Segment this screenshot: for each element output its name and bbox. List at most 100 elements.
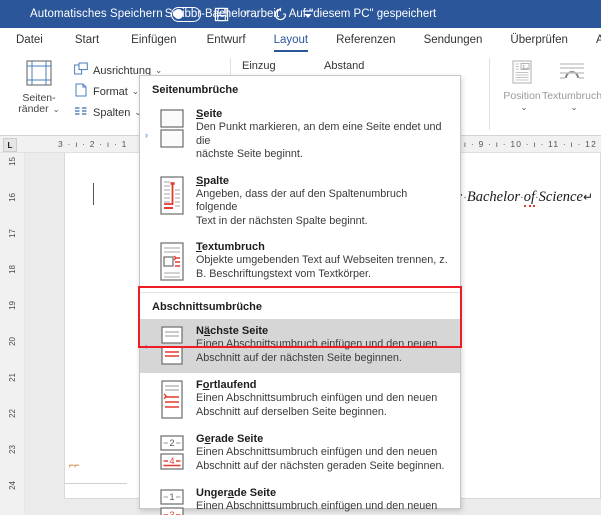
menu-item-spalte[interactable]: Spalte Angeben, dass der auf den Spalten… <box>140 169 460 236</box>
menu-item-desc-line1: Einen Abschnittsumbruch einfügen und den… <box>196 446 438 458</box>
menu-item-title-rest: extumbruch <box>201 241 265 253</box>
document-title-text: Scribbr-Bachelorarbeit - Auf "diesem PC"… <box>164 8 437 20</box>
text-wrapping-label: Textumbruch <box>541 90 601 102</box>
horizontal-ruler-right-marks: · ı · 9 · ı · 10 · ı · 11 · ı · 12 <box>456 139 597 149</box>
menu-item-desc-line2: Abschnitt auf der nächsten geraden Seite… <box>196 459 445 472</box>
menu-item-text: Seite Den Punkt markieren, an dem eine S… <box>196 108 450 162</box>
misspelled-word: of <box>523 189 535 207</box>
svg-text:2: 2 <box>169 438 174 448</box>
vertical-ruler-mark: 18 <box>8 265 17 274</box>
position-button[interactable]: Position ⌄ <box>500 60 544 113</box>
tab-referenzen[interactable]: Referenzen <box>336 28 395 54</box>
tab-datei-label: Datei <box>16 34 43 46</box>
page-margins-button[interactable]: Seiten- ränder ⌄ <box>12 60 66 115</box>
ribbon-group-anordnen: Position ⌄ Textumbruch ⌄ <box>492 54 601 136</box>
tab-layout[interactable]: Layout <box>273 28 309 54</box>
menu-item-seite[interactable]: › Seite Den Punkt markieren, an dem eine… <box>140 102 460 169</box>
size-label: Format <box>93 85 128 98</box>
margins-icon <box>24 60 54 91</box>
tab-einfuegen[interactable]: Einfügen <box>131 28 176 54</box>
tab-entwurf-label: Entwurf <box>206 34 246 46</box>
menu-item-fortlaufend[interactable]: Fortlaufend Einen Abschnittsumbruch einf… <box>140 373 460 427</box>
space-mark-icon: · <box>463 192 467 204</box>
breaks-dropdown-menu[interactable]: Seitenumbrüche › Seite Den Punkt markier… <box>139 75 461 515</box>
columns-icon <box>74 104 88 121</box>
autosave-label: Automatisches Speichern <box>30 8 163 20</box>
svg-text:3: 3 <box>169 510 174 515</box>
chevron-down-icon[interactable]: ⌄ <box>53 104 60 114</box>
menu-item-desc-line1: Den Punkt markieren, an dem eine Seite e… <box>196 121 442 147</box>
tab-entwurf[interactable]: Entwurf <box>207 28 246 54</box>
tab-start[interactable]: Start <box>75 28 99 54</box>
position-label: Position <box>503 90 541 102</box>
size-icon <box>74 83 88 100</box>
tab-layout-label: Layout <box>273 34 309 46</box>
menu-item-title-rest: palte <box>203 174 230 187</box>
indent-label: Einzug <box>242 60 276 72</box>
horizontal-ruler-left-marks: 3 · ı · 2 · ı · 1 <box>58 139 128 149</box>
text-wrapping-button[interactable]: Textumbruch ⌄ <box>541 60 601 113</box>
menu-item-title: Nächste Seite <box>196 325 269 337</box>
position-icon <box>510 60 534 89</box>
vertical-ruler-mark: 20 <box>8 337 17 346</box>
menu-item-title-pre: F <box>196 379 203 391</box>
tab-ueberpruefen[interactable]: Überprüfen <box>510 28 568 54</box>
tab-sendungen-label: Sendungen <box>423 34 483 46</box>
tab-start-label: Start <box>74 34 100 46</box>
svg-text:1: 1 <box>169 492 174 502</box>
menu-item-naechste-seite[interactable]: › Nächste Seite Einen Abschnittsumbruch … <box>140 319 460 373</box>
text-cursor <box>93 183 94 205</box>
orientation-icon <box>74 62 88 79</box>
menu-item-title-pre: Unger <box>196 487 228 499</box>
ribbon-tab-strip: Datei Start Einfügen Entwurf Layout Refe… <box>0 28 601 54</box>
chevron-down-icon[interactable]: ⌄ <box>132 86 139 97</box>
ribbon-divider-2 <box>489 58 490 130</box>
menu-item-title: Gerade Seite <box>196 433 264 445</box>
vertical-ruler-mark: 15 <box>8 157 17 166</box>
tab-einfuegen-label: Einfügen <box>131 34 177 46</box>
page-margins-label-line2: ränder ⌄ <box>18 103 60 115</box>
menu-item-gerade-seite[interactable]: 2 4 Gerade Seite Einen Abschnittsumbruch… <box>140 427 460 481</box>
title-bar: Automatisches Speichern Scribbr-Bachelor… <box>0 0 601 28</box>
menu-item-text: Gerade Seite Einen Abschnittsumbruch ein… <box>196 433 445 474</box>
menu-item-title: Fortlaufend <box>196 379 257 391</box>
tab-stop-glyph: L <box>7 140 13 150</box>
vertical-ruler[interactable]: 15 16 17 18 19 20 21 22 23 24 <box>0 153 25 515</box>
menu-item-desc-line1: Einen Abschnittsumbruch einfügen und den… <box>196 392 438 404</box>
tab-sendungen[interactable]: Sendungen <box>424 28 483 54</box>
columns-button[interactable]: Spalten ⌄ <box>74 104 141 121</box>
tab-datei[interactable]: Datei <box>16 28 43 54</box>
selection-arrow-icon: › <box>145 341 148 351</box>
menu-item-desc-line2: nächste Seite beginnt. <box>196 148 303 160</box>
menu-item-desc-line2: Text in der nächsten Spalte beginnt. <box>196 214 368 227</box>
menu-section-header-seitenumbrueche: Seitenumbrüche <box>152 84 239 96</box>
continuous-section-break-icon <box>154 379 190 420</box>
tab-ansicht[interactable]: Ansicht <box>596 28 601 54</box>
document-text-line: s:·Bachelor·of·Science↵ <box>453 189 593 207</box>
tab-stop-selector[interactable]: L <box>3 138 17 152</box>
chevron-down-icon[interactable]: ⌄ <box>520 102 527 113</box>
menu-item-desc-line2: B. Beschriftungstext vom Textkörper. <box>196 267 372 280</box>
next-page-section-break-icon <box>154 325 190 366</box>
menu-item-title-rest: chste Seite <box>210 325 269 337</box>
menu-item-title: Ungerade Seite <box>196 487 277 499</box>
tab-referenzen-label: Referenzen <box>336 34 396 46</box>
menu-item-title: Seite <box>196 108 223 120</box>
vertical-ruler-mark: 19 <box>8 301 17 310</box>
menu-item-desc-line1: Einen Abschnittsumbruch einfügen und den… <box>196 338 438 350</box>
size-button[interactable]: Format ⌄ <box>74 83 139 100</box>
menu-item-title-pre: N <box>196 325 204 337</box>
menu-item-textumbruch[interactable]: Textumbruch Objekte umgebenden Text auf … <box>140 235 460 289</box>
menu-item-ungerade-seite[interactable]: 1 3 Ungerade Seite Einen Abschnittsumbru… <box>140 481 460 515</box>
menu-item-title-rest: rtlaufend <box>209 379 257 391</box>
menu-item-desc-line1: Einen Abschnittsumbruch einfügen und den… <box>196 500 438 512</box>
svg-text:4: 4 <box>169 456 174 466</box>
menu-section-header-abschnittsumbrueche: Abschnittsumbrüche <box>152 301 263 313</box>
tab-ansicht-label: Ansicht <box>595 34 601 46</box>
menu-item-title-rest: rade Seite <box>210 433 264 445</box>
chevron-down-icon[interactable]: ⌄ <box>570 102 577 113</box>
paragraph-mark-icon: ↵ <box>582 190 593 204</box>
tab-ueberpruefen-label: Überprüfen <box>510 34 568 46</box>
menu-item-text: Fortlaufend Einen Abschnittsumbruch einf… <box>196 379 437 420</box>
menu-item-title: Spalte <box>196 174 230 187</box>
